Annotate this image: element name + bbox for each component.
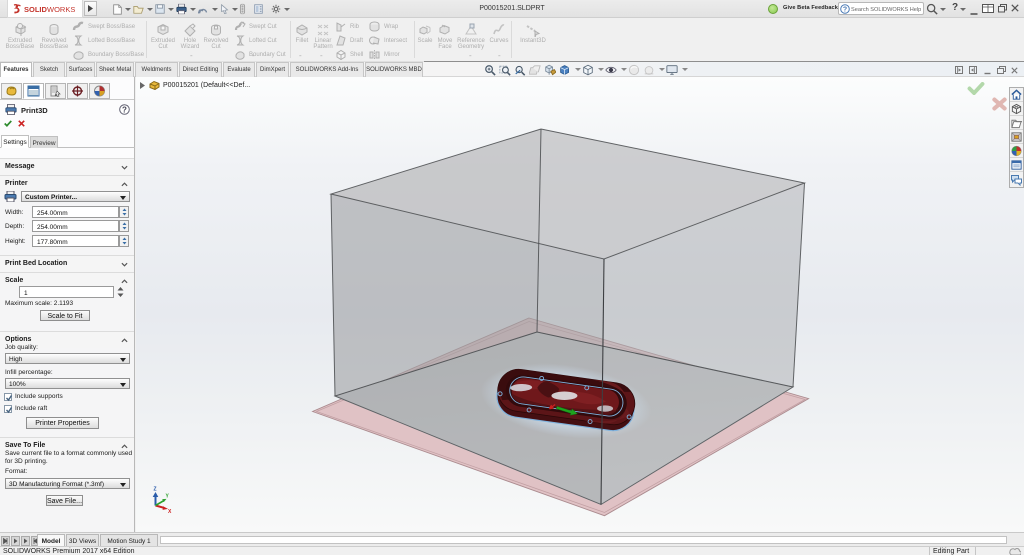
svg-text:X: X bbox=[168, 509, 172, 515]
svg-text:Y: Y bbox=[166, 494, 170, 500]
svg-text:SOLID: SOLID bbox=[24, 5, 48, 14]
svg-text:?: ? bbox=[122, 105, 127, 114]
svg-text:?: ? bbox=[843, 7, 847, 14]
svg-text:Z: Z bbox=[154, 487, 157, 493]
svg-text:WORKS: WORKS bbox=[47, 5, 75, 14]
